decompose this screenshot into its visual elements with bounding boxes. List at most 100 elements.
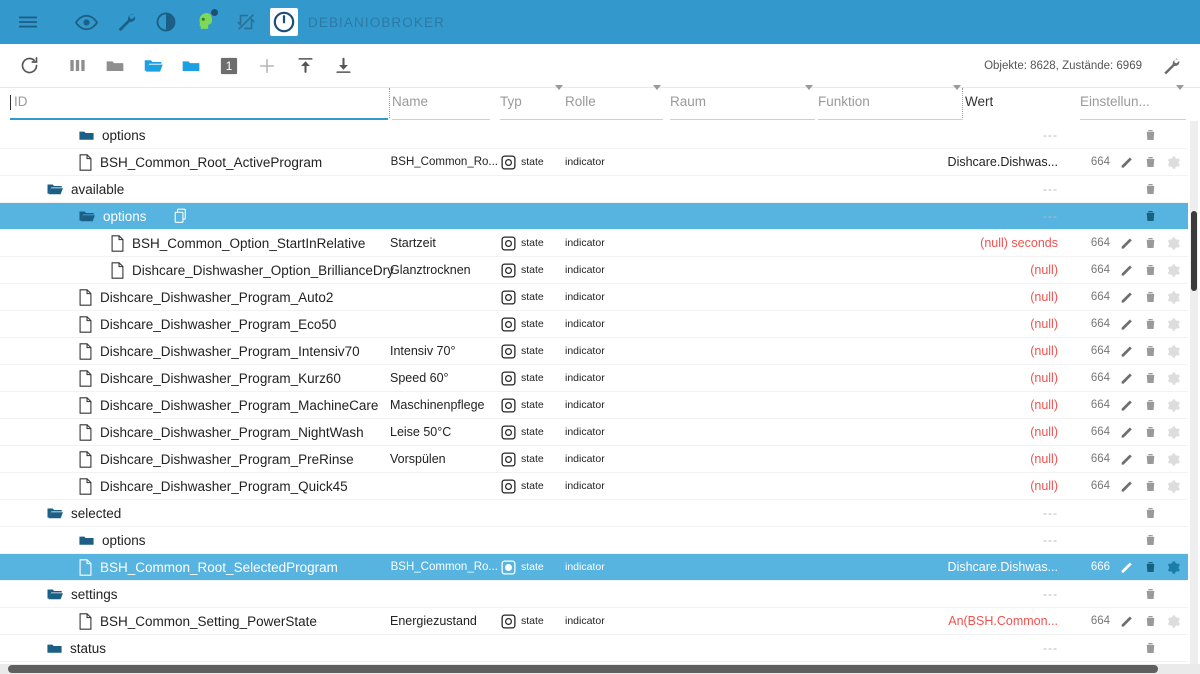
delete-trash-icon[interactable] <box>1141 640 1159 656</box>
tree-row-id-cell[interactable]: BSH_Common_Root_ActiveProgram <box>0 149 388 176</box>
edit-pencil-icon[interactable] <box>1118 370 1136 386</box>
tree-row-id-cell[interactable]: Dishcare_Dishwasher_Option_BrillianceDry <box>0 257 394 284</box>
edit-pencil-icon[interactable] <box>1118 235 1136 251</box>
copy-icon[interactable] <box>173 208 189 225</box>
folder-open-icon[interactable] <box>46 180 64 198</box>
add-icon[interactable] <box>248 47 286 85</box>
search-input-id[interactable]: ID <box>10 90 388 120</box>
tree-row-id-cell[interactable]: BSH_Common_Option_StartInRelative <box>0 230 388 257</box>
table-row[interactable]: Dishcare_Dishwasher_Program_Quick45 state… <box>0 473 1188 500</box>
table-row[interactable]: Dishcare_Dishwasher_Program_Auto2 state in… <box>0 284 1188 311</box>
gear-icon[interactable] <box>1164 371 1182 386</box>
folder-closed-icon[interactable] <box>96 47 134 85</box>
table-row[interactable]: Dishcare_Dishwasher_Program_Eco50 state in… <box>0 311 1188 338</box>
edit-pencil-icon[interactable] <box>1118 262 1136 278</box>
eye-icon[interactable] <box>66 2 106 42</box>
vertical-scrollbar[interactable] <box>1190 121 1198 674</box>
horizontal-scrollbar-thumb[interactable] <box>8 665 1158 673</box>
search-input-name[interactable]: Name <box>392 90 490 120</box>
user-head-icon[interactable] <box>186 2 226 42</box>
table-row[interactable]: BSH_Common_Root_SelectedProgram BSH_Commo… <box>0 554 1188 581</box>
edit-pencil-icon[interactable] <box>1118 559 1136 575</box>
delete-trash-icon[interactable] <box>1141 154 1159 170</box>
gear-icon[interactable] <box>1164 479 1182 494</box>
tree-row-id-cell[interactable]: Dishcare_Dishwasher_Program_Kurz60 <box>0 365 388 392</box>
table-row[interactable]: options --- <box>0 122 1188 149</box>
tree-row-id-cell[interactable]: status <box>0 635 388 662</box>
gear-icon[interactable] <box>1164 317 1182 332</box>
delete-trash-icon[interactable] <box>1141 181 1159 197</box>
tree-row-id-cell[interactable]: BSH_Common_Setting_PowerState <box>0 608 388 635</box>
delete-trash-icon[interactable] <box>1141 343 1159 359</box>
columns-icon[interactable] <box>58 47 96 85</box>
gear-icon[interactable] <box>1164 236 1182 251</box>
edit-pencil-icon[interactable] <box>1118 397 1136 413</box>
refresh-icon[interactable] <box>10 47 48 85</box>
gear-icon[interactable] <box>1164 452 1182 467</box>
table-row[interactable]: selected --- <box>0 500 1188 527</box>
table-row[interactable]: Dishcare_Dishwasher_Option_BrillianceDry… <box>0 257 1188 284</box>
delete-trash-icon[interactable] <box>1141 397 1159 413</box>
folder-open-icon[interactable] <box>46 504 64 522</box>
edit-pencil-icon[interactable] <box>1118 316 1136 332</box>
delete-trash-icon[interactable] <box>1141 505 1159 521</box>
table-row[interactable]: BSH_Common_Option_StartInRelative Startze… <box>0 230 1188 257</box>
object-tree[interactable]: options --- BSH_Common_Root_ActiveProgram B… <box>0 121 1200 674</box>
tree-row-id-cell[interactable]: selected <box>0 500 388 527</box>
gear-icon[interactable] <box>1164 425 1182 440</box>
tree-row-id-cell[interactable]: options <box>0 203 388 230</box>
tree-row-id-cell[interactable]: BSH_Common_Root_SelectedProgram <box>0 554 388 581</box>
expand-level-icon[interactable]: 1 <box>210 47 248 85</box>
delete-trash-icon[interactable] <box>1141 451 1159 467</box>
delete-trash-icon[interactable] <box>1141 586 1159 602</box>
table-row[interactable]: available --- <box>0 176 1188 203</box>
table-row[interactable]: BSH_Common_Root_ActiveProgram BSH_Common_… <box>0 149 1188 176</box>
edit-pencil-icon[interactable] <box>1118 343 1136 359</box>
tree-row-id-cell[interactable]: options <box>0 122 388 149</box>
delete-trash-icon[interactable] <box>1141 262 1159 278</box>
delete-trash-icon[interactable] <box>1141 478 1159 494</box>
delete-trash-icon[interactable] <box>1141 559 1159 575</box>
table-row[interactable]: Dishcare_Dishwasher_Program_Kurz60 Speed … <box>0 365 1188 392</box>
contrast-icon[interactable] <box>146 2 186 42</box>
tree-row-id-cell[interactable]: available <box>0 176 388 203</box>
chevron-down-icon[interactable] <box>653 85 661 107</box>
vertical-scrollbar-thumb[interactable] <box>1191 211 1197 291</box>
download-icon[interactable] <box>324 47 362 85</box>
chevron-down-icon[interactable] <box>1176 85 1184 107</box>
settings-wrench-icon[interactable] <box>1152 47 1190 85</box>
chevron-down-icon[interactable] <box>953 85 961 107</box>
chevron-down-icon[interactable] <box>555 85 563 107</box>
select-raum[interactable]: Raum <box>670 85 815 120</box>
gear-icon[interactable] <box>1164 560 1182 575</box>
gear-icon[interactable] <box>1164 155 1182 170</box>
edit-pencil-icon[interactable] <box>1118 424 1136 440</box>
horizontal-scrollbar[interactable] <box>0 664 1200 674</box>
menu-icon[interactable] <box>8 2 48 42</box>
tree-row-id-cell[interactable]: Dishcare_Dishwasher_Program_Eco50 <box>0 311 388 338</box>
upload-icon[interactable] <box>286 47 324 85</box>
table-row[interactable]: Dishcare_Dishwasher_Program_NightWash Lei… <box>0 419 1188 446</box>
gear-icon[interactable] <box>1164 263 1182 278</box>
gear-icon[interactable] <box>1164 290 1182 305</box>
gear-icon[interactable] <box>1164 398 1182 413</box>
iobroker-logo-icon[interactable] <box>270 8 298 36</box>
folder-filled-icon[interactable] <box>172 47 210 85</box>
table-row[interactable]: Dishcare_Dishwasher_Program_MachineCare M… <box>0 392 1188 419</box>
delete-trash-icon[interactable] <box>1141 613 1159 629</box>
delete-trash-icon[interactable] <box>1141 235 1159 251</box>
column-divider[interactable] <box>962 88 963 118</box>
sync-off-icon[interactable] <box>226 2 266 42</box>
edit-pencil-icon[interactable] <box>1118 613 1136 629</box>
tree-row-id-cell[interactable]: Dishcare_Dishwasher_Program_PreRinse <box>0 446 388 473</box>
wrench-icon[interactable] <box>106 2 146 42</box>
delete-trash-icon[interactable] <box>1141 127 1159 143</box>
delete-trash-icon[interactable] <box>1141 370 1159 386</box>
delete-trash-icon[interactable] <box>1141 208 1159 224</box>
edit-pencil-icon[interactable] <box>1118 154 1136 170</box>
tree-row-id-cell[interactable]: options <box>0 527 388 554</box>
folder-open-icon[interactable] <box>134 47 172 85</box>
delete-trash-icon[interactable] <box>1141 532 1159 548</box>
folder-closed-icon[interactable] <box>78 532 95 549</box>
folder-open-icon[interactable] <box>46 585 64 603</box>
